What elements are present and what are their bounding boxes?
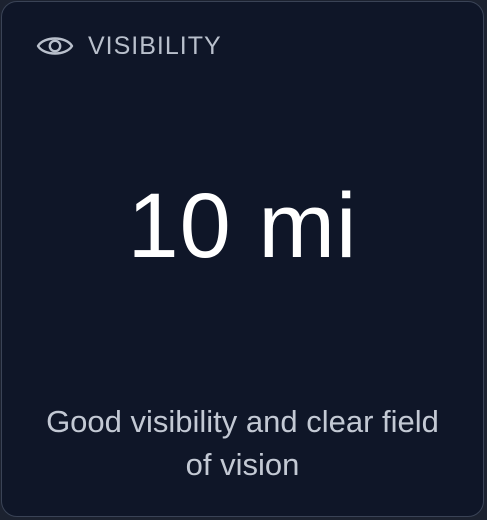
card-header: VISIBILITY — [36, 26, 222, 66]
eye-icon — [36, 31, 74, 61]
visibility-description: Good visibility and clear field of visio… — [46, 404, 439, 482]
card-title: VISIBILITY — [88, 31, 222, 60]
visibility-card: VISIBILITY 10 mi Good visibility and cle… — [1, 1, 484, 517]
visibility-value: 10 mi — [127, 175, 358, 277]
